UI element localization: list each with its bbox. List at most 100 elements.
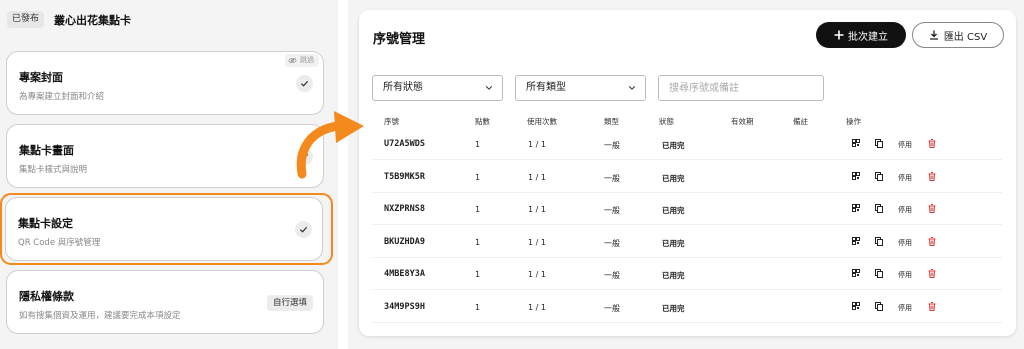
step-title: 專案封面: [19, 71, 63, 84]
type-value: 一般: [604, 206, 620, 215]
batch-create-label: 批次建立: [848, 31, 888, 43]
column-header-status: 狀態: [659, 117, 674, 126]
chevron-down-icon: [628, 86, 636, 90]
step-card-privacy[interactable]: 隱私權條款 如有搜集個資及運用，建議要完成本項設定 自行選填: [6, 270, 324, 334]
usage-value: 1 / 1: [528, 270, 546, 279]
table-row: 34M9PS9H 1 1 / 1 一般 已用完 停用: [372, 291, 1002, 323]
skip-badge[interactable]: 跳過: [285, 54, 319, 67]
type-value: 一般: [604, 271, 620, 280]
type-value: 一般: [604, 173, 620, 183]
qr-code-icon[interactable]: [852, 139, 860, 147]
serial-code: 34M9PS9H: [384, 301, 425, 312]
table-row: T5B9MK5R 1 1 / 1 一般 已用完 停用: [372, 161, 1002, 193]
points-value: 1: [475, 172, 481, 182]
trash-icon[interactable]: [928, 139, 936, 148]
table-row: NXZPRNS8 1 1 / 1 一般 已用完 停用: [372, 193, 1002, 225]
status-value: 已用完: [662, 238, 685, 248]
copy-icon[interactable]: [875, 171, 883, 181]
column-header-serial: 序號: [384, 117, 399, 126]
table-row: 4MBE8Y3A 1 1 / 1 一般 已用完 停用: [372, 258, 1002, 290]
column-header-note: 備註: [793, 117, 808, 126]
points-value: 1: [475, 140, 481, 149]
disable-button[interactable]: 停用: [898, 205, 912, 215]
project-title: 叢心出花集點卡: [54, 14, 131, 27]
type-value: 一般: [604, 141, 620, 150]
step-title: 集點卡畫面: [19, 144, 74, 157]
export-csv-button[interactable]: 匯出 CSV: [912, 22, 1004, 48]
column-header-validity: 有效期: [731, 117, 754, 126]
serial-code: NXZPRNS8: [384, 204, 425, 214]
type-value: 一般: [604, 303, 620, 313]
status-value: 已用完: [662, 141, 685, 150]
usage-value: 1 / 1: [528, 237, 546, 247]
panel-title: 序號管理: [373, 32, 426, 47]
chevron-down-icon: [485, 86, 493, 90]
usage-value: 1 / 1: [528, 205, 546, 214]
optional-button[interactable]: 自行選填: [266, 295, 313, 311]
points-value: 1: [475, 237, 481, 247]
status-value: 已用完: [662, 303, 685, 313]
status-filter-value: 所有狀態: [383, 82, 423, 93]
copy-icon[interactable]: [875, 236, 883, 246]
status-value: 已用完: [662, 173, 685, 183]
skip-label: 跳過: [300, 56, 314, 64]
type-value: 一般: [604, 238, 620, 248]
status-badge: 已發布: [7, 11, 45, 28]
curved-arrow-icon: [296, 111, 364, 179]
type-filter-select[interactable]: 所有類型: [515, 75, 646, 101]
disable-button[interactable]: 停用: [898, 303, 912, 313]
copy-icon[interactable]: [875, 204, 883, 213]
serial-management-panel: 序號管理 批次建立 匯出 CSV 所有狀態 所有類型 序號 點數 使用次數 類型…: [359, 10, 1016, 336]
trash-icon[interactable]: [928, 269, 936, 278]
usage-value: 1 / 1: [528, 140, 546, 149]
type-filter-value: 所有類型: [526, 82, 566, 93]
step-card-screen[interactable]: 集點卡畫面 集點卡樣式與說明: [6, 124, 324, 188]
disable-button[interactable]: 停用: [898, 173, 912, 183]
active-step-highlight: [0, 193, 333, 265]
qr-code-icon[interactable]: [852, 269, 860, 277]
plus-icon: [834, 30, 844, 40]
trash-icon[interactable]: [928, 301, 936, 311]
qr-code-icon[interactable]: [852, 204, 860, 212]
table-row: BKUZHDA9 1 1 / 1 一般 已用完 停用: [372, 226, 1002, 258]
serial-code: 4MBE8Y3A: [384, 269, 425, 279]
points-value: 1: [475, 205, 481, 214]
export-csv-label: 匯出 CSV: [943, 31, 988, 43]
qr-code-icon[interactable]: [852, 236, 860, 245]
step-description: 如有搜集個資及運用，建議要完成本項設定: [19, 311, 181, 321]
status-filter-select[interactable]: 所有狀態: [372, 75, 503, 101]
download-icon: [929, 30, 938, 40]
copy-icon[interactable]: [875, 301, 883, 311]
disable-button[interactable]: 停用: [898, 140, 912, 150]
qr-code-icon[interactable]: [852, 301, 860, 310]
trash-icon[interactable]: [928, 236, 936, 246]
batch-create-button[interactable]: 批次建立: [816, 22, 906, 48]
copy-icon[interactable]: [875, 269, 883, 278]
column-header-points: 點數: [475, 117, 490, 126]
column-header-actions: 操作: [846, 117, 861, 126]
serial-code: U72A5WDS: [384, 139, 425, 149]
step-card-cover[interactable]: 跳過 專案封面 為專案建立封面和介紹: [6, 51, 324, 115]
serial-code: T5B9MK5R: [384, 171, 425, 182]
copy-icon[interactable]: [875, 139, 883, 148]
points-value: 1: [475, 270, 481, 279]
serial-code: BKUZHDA9: [384, 236, 425, 247]
disable-button[interactable]: 停用: [898, 270, 912, 280]
points-value: 1: [475, 302, 481, 312]
trash-icon[interactable]: [928, 204, 936, 213]
check-icon: [296, 75, 313, 92]
column-header-usage: 使用次數: [527, 117, 557, 126]
column-header-type: 類型: [604, 117, 619, 126]
step-description: 為專案建立封面和介紹: [19, 92, 105, 102]
usage-value: 1 / 1: [528, 172, 546, 182]
table-row: U72A5WDS 1 1 / 1 一般 已用完 停用: [372, 128, 1002, 160]
disable-button[interactable]: 停用: [898, 238, 912, 248]
trash-icon[interactable]: [928, 171, 936, 181]
qr-code-icon[interactable]: [852, 171, 860, 180]
step-title: 隱私權條款: [19, 290, 74, 303]
search-input[interactable]: [658, 75, 824, 101]
status-value: 已用完: [662, 206, 685, 215]
status-value: 已用完: [662, 271, 685, 280]
usage-value: 1 / 1: [528, 302, 546, 312]
eye-off-icon: [288, 57, 297, 64]
